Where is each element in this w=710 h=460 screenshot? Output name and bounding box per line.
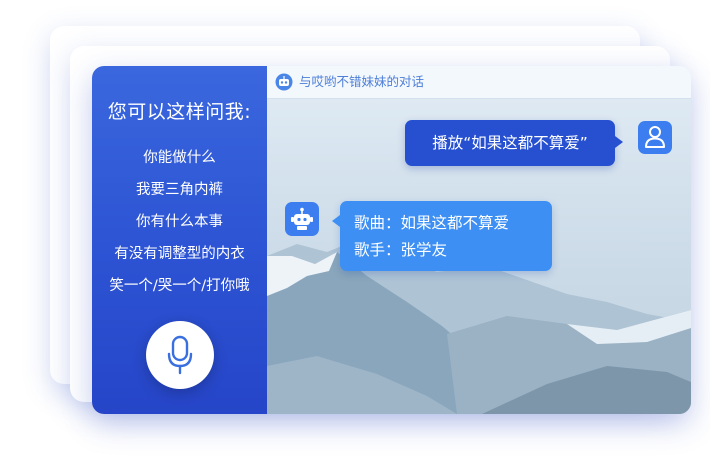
microphone-icon bbox=[167, 335, 193, 375]
suggestion-sidebar: 您可以这样问我: 你能做什么 我要三角内裤 你有什么本事 有没有调整型的内衣 笑… bbox=[92, 66, 267, 414]
prompt-list: 你能做什么 我要三角内裤 你有什么本事 有没有调整型的内衣 笑一个/哭一个/打你… bbox=[92, 142, 267, 302]
bot-reply-bubble: 歌曲：如果这都不算爱 歌手：张学友 bbox=[332, 201, 552, 271]
prompt-item[interactable]: 有没有调整型的内衣 bbox=[92, 238, 267, 270]
chat-area: 与哎哟不错妹妹的对话 播放“如果这都不算爱” 歌曲：如果这都不算爱 歌手：张学友 bbox=[267, 66, 691, 414]
prompt-item[interactable]: 你能做什么 bbox=[92, 142, 267, 174]
sidebar-title: 您可以这样问我: bbox=[107, 101, 252, 123]
user-message-text: 播放“如果这都不算爱” bbox=[432, 134, 588, 152]
user-avatar bbox=[638, 121, 672, 154]
prompt-item[interactable]: 你有什么本事 bbox=[92, 206, 267, 238]
bot-avatar bbox=[285, 202, 319, 236]
prompt-item[interactable]: 笑一个/哭一个/打你哦 bbox=[92, 270, 267, 302]
robot-icon bbox=[275, 73, 293, 91]
reply-singer-line: 歌手：张学友 bbox=[354, 241, 448, 259]
chat-header: 与哎哟不错妹妹的对话 bbox=[267, 66, 691, 99]
reply-song-line: 歌曲：如果这都不算爱 bbox=[354, 214, 510, 232]
chat-title: 与哎哟不错妹妹的对话 bbox=[299, 74, 425, 89]
user-icon bbox=[645, 126, 665, 148]
chat-window: 您可以这样问我: 你能做什么 我要三角内裤 你有什么本事 有没有调整型的内衣 笑… bbox=[92, 66, 691, 414]
voice-input-button[interactable] bbox=[146, 321, 214, 389]
robot-icon bbox=[291, 207, 313, 230]
user-message-bubble: 播放“如果这都不算爱” bbox=[405, 120, 623, 166]
prompt-item[interactable]: 我要三角内裤 bbox=[92, 174, 267, 206]
